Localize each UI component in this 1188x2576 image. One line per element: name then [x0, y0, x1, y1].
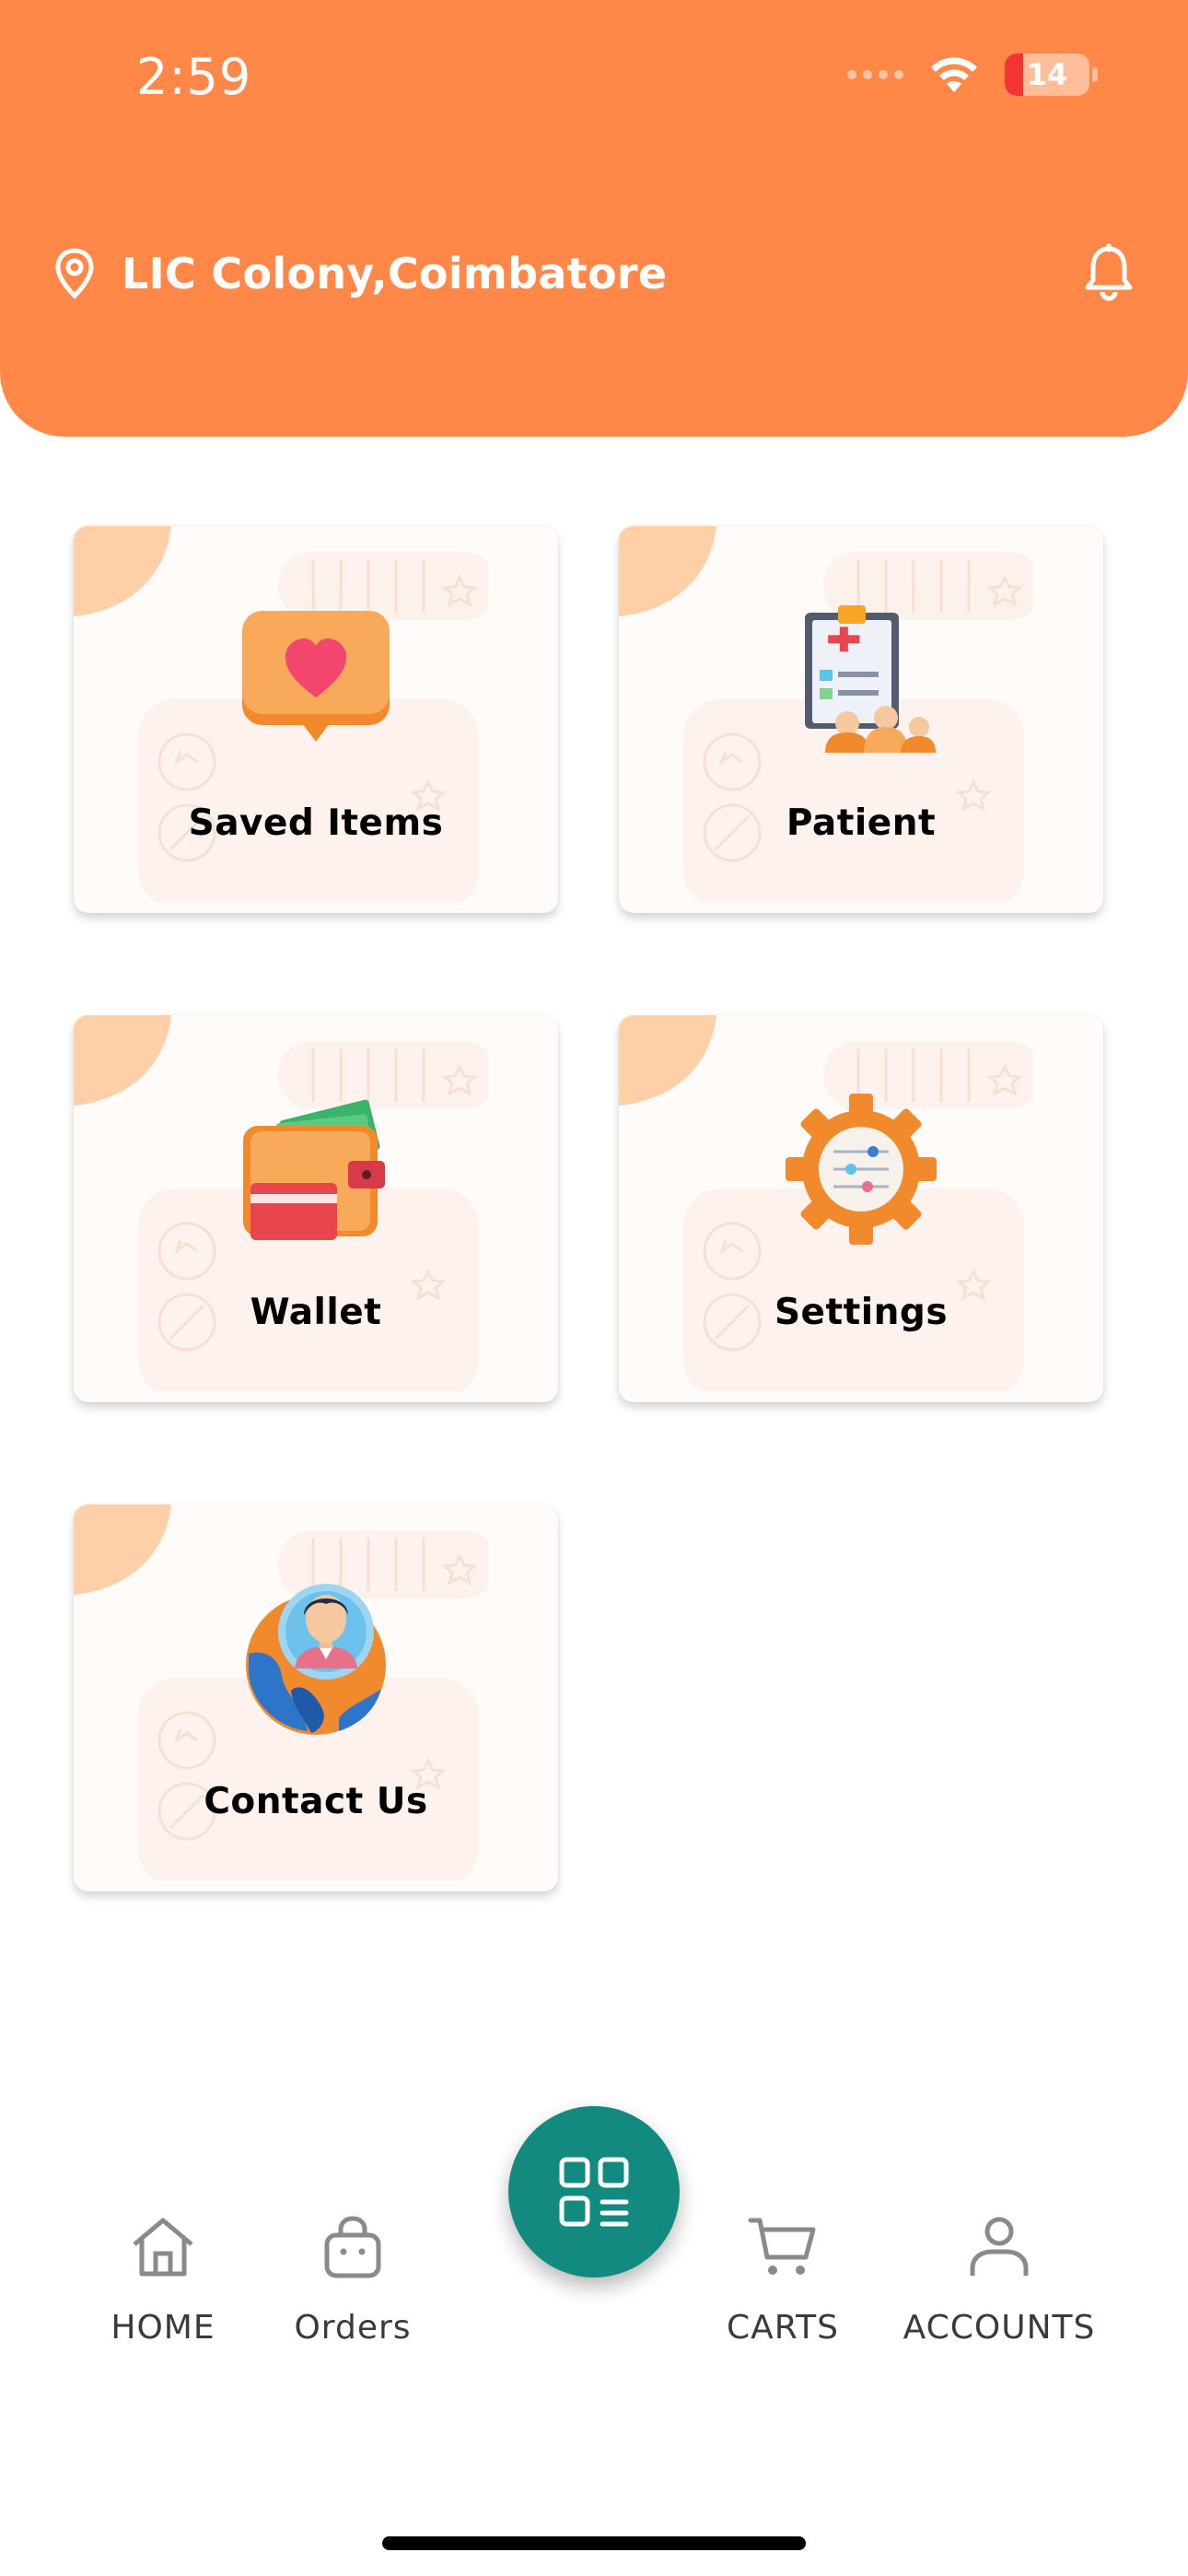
patient-card[interactable]: Patient [619, 526, 1103, 913]
status-time: 2:59 [136, 48, 252, 106]
nav-accounts-label: ACCOUNTS [903, 2309, 1096, 2347]
home-icon [133, 2218, 193, 2277]
nav-accounts[interactable]: ACCOUNTS [884, 2215, 1114, 2347]
nav-home[interactable]: HOME [94, 2215, 232, 2347]
wallet-card[interactable]: Wallet [74, 1015, 558, 1402]
card-label: Contact Us [204, 1781, 428, 1822]
cellular-signal-icon [847, 70, 903, 79]
grid-menu-icon [559, 2157, 629, 2227]
shopping-cart-icon [748, 2218, 816, 2275]
shopping-bag-icon [324, 2216, 381, 2278]
settings-card[interactable]: Settings [619, 1015, 1103, 1402]
wallet-icon [243, 1099, 385, 1240]
heart-chat-icon [242, 611, 390, 742]
card-label: Saved Items [188, 802, 444, 844]
scan-fab-button[interactable] [508, 2106, 680, 2277]
nav-orders[interactable]: Orders [284, 2215, 422, 2347]
contact-globe-icon [246, 1584, 386, 1735]
home-indicator [382, 2536, 806, 2550]
card-label: Wallet [250, 1292, 382, 1333]
saved-items-card[interactable]: Saved Items [74, 526, 558, 913]
card-label: Settings [774, 1292, 949, 1333]
card-label: Patient [786, 802, 937, 844]
nav-carts-label: CARTS [727, 2309, 839, 2347]
gear-sliders-icon [786, 1094, 937, 1245]
location-pin-icon [55, 248, 94, 299]
nav-carts[interactable]: CARTS [714, 2215, 852, 2347]
contact-us-card[interactable]: Contact Us [74, 1505, 558, 1891]
nav-orders-label: Orders [294, 2309, 412, 2347]
battery-icon: 14 [1005, 53, 1098, 96]
wifi-icon [931, 57, 977, 92]
location-text: LIC Colony,Coimbatore [122, 249, 668, 299]
app-header: 2:59 14 LIC Colony,Coimbatore [0, 0, 1188, 437]
battery-level: 14 [1026, 57, 1068, 92]
status-icons: 14 [847, 53, 1098, 96]
user-icon [970, 2217, 1029, 2276]
notification-bell-icon[interactable] [1081, 243, 1136, 302]
nav-home-label: HOME [111, 2309, 215, 2347]
clipboard-patients-icon [805, 605, 936, 753]
location-selector[interactable]: LIC Colony,Coimbatore [53, 247, 667, 300]
